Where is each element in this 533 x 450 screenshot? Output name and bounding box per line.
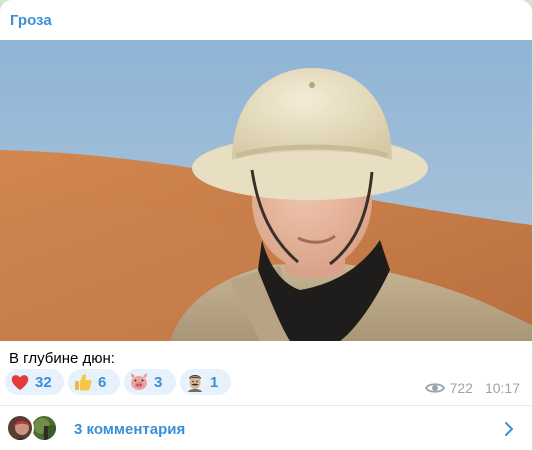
reaction-count: 6 xyxy=(98,373,107,391)
reaction-thumbs-up[interactable]: 6 xyxy=(68,369,120,395)
channel-post-card: Гроза В глубине дюн: 32 6 3 1 722 10:17 … xyxy=(0,0,532,450)
reaction-count: 3 xyxy=(154,373,163,391)
post-meta: 722 10:17 xyxy=(424,380,520,396)
views-eye-icon xyxy=(424,383,445,393)
reaction-count: 32 xyxy=(35,373,52,391)
views-count: 722 xyxy=(449,380,473,396)
reaction-pig-sticker[interactable]: 3 xyxy=(124,369,176,395)
channel-name[interactable]: Гроза xyxy=(10,12,52,29)
photo-selfie-desert xyxy=(0,40,532,341)
post-caption: В глубине дюн: xyxy=(9,350,115,367)
reaction-man-sticker[interactable]: 1 xyxy=(180,369,231,395)
pig-face-icon xyxy=(128,371,150,393)
red-heart-icon xyxy=(9,371,31,393)
reaction-heart[interactable]: 32 xyxy=(5,369,64,395)
reaction-count: 1 xyxy=(210,373,219,391)
thumbs-up-icon xyxy=(72,371,94,393)
post-photo[interactable] xyxy=(0,40,532,341)
chevron-right-icon xyxy=(505,422,513,436)
post-time: 10:17 xyxy=(484,380,520,396)
avatar xyxy=(30,414,58,442)
comments-label: 3 комментария xyxy=(74,421,186,438)
comments-button[interactable]: 3 комментария xyxy=(0,406,532,450)
mustached-man-icon xyxy=(184,371,206,393)
avatar xyxy=(6,414,34,442)
